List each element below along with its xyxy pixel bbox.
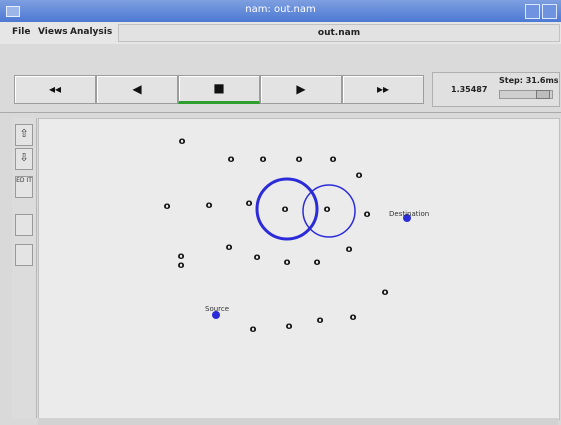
time-panel: 1.35487 Step: 31.6ms [432,72,560,107]
step-slider[interactable] [499,90,553,99]
close-icon[interactable] [542,4,557,19]
destination-label: Destination [389,210,429,218]
menu-bar: File Views Analysis out.nam [0,22,561,45]
network-node[interactable]: o [296,154,303,165]
file-name-label: out.nam [118,24,560,42]
title-bar: nam: out.nam [0,0,561,22]
time-display: 1.35487 [451,85,488,94]
zoom-out-button[interactable]: ⇩ [15,148,33,170]
minimize-icon[interactable] [525,4,540,19]
network-node[interactable]: o [317,315,324,326]
network-node[interactable]: o [226,242,233,253]
playback-toolbar: ◂◂ ◀ ■ ▶ ▸▸ 1.35487 Step: 31.6ms [0,44,561,113]
network-node[interactable]: o [228,154,235,165]
network-node[interactable]: o [324,204,331,215]
network-node[interactable]: o [382,287,389,298]
network-node[interactable]: o [164,201,171,212]
menu-views[interactable]: Views [38,27,68,37]
source-label: Source [205,305,229,313]
network-node[interactable]: o [206,200,213,211]
play-button[interactable]: ▶ [260,75,342,104]
tool-panel: ⇧ ⇩ ED IT [12,118,37,418]
forward-fast-button[interactable]: ▸▸ [342,75,424,104]
network-node[interactable]: o [179,136,186,147]
network-node[interactable]: o [356,170,363,181]
network-graph: oo o o ooo o oo o ooooo o oooo oo o Destination Sou… [164,136,430,335]
network-node[interactable]: o [364,209,371,220]
horizontal-scrollbar[interactable] [38,418,558,425]
tool-slot-1[interactable] [15,214,33,236]
step-label: Step: 31.6ms [499,76,559,85]
zoom-in-button[interactable]: ⇧ [15,124,33,146]
network-node[interactable]: o [284,257,291,268]
tool-slot-2[interactable] [15,244,33,266]
network-canvas[interactable]: oooooooooooooooooooooooo Destination Sou… [38,118,560,420]
network-node[interactable]: o [178,260,185,271]
network-node[interactable]: o [346,244,353,255]
network-node[interactable]: o [260,154,267,165]
rewind-button[interactable]: ◀ [96,75,178,104]
network-node[interactable]: o [246,198,253,209]
window-title: nam: out.nam [245,4,316,15]
network-node[interactable]: o [286,321,293,332]
menu-analysis[interactable]: Analysis [70,27,112,37]
network-node[interactable]: o [314,257,321,268]
network-node[interactable]: o [254,252,261,263]
edit-button[interactable]: ED IT [15,176,33,198]
network-node[interactable]: o [250,324,257,335]
network-node[interactable]: o [350,312,357,323]
network-node[interactable]: o [330,154,337,165]
rewind-fast-button[interactable]: ◂◂ [14,75,96,104]
menu-file[interactable]: File [12,27,30,37]
step-slider-thumb[interactable] [536,90,550,99]
stop-button[interactable]: ■ [178,75,260,104]
network-node[interactable]: o [282,204,289,215]
